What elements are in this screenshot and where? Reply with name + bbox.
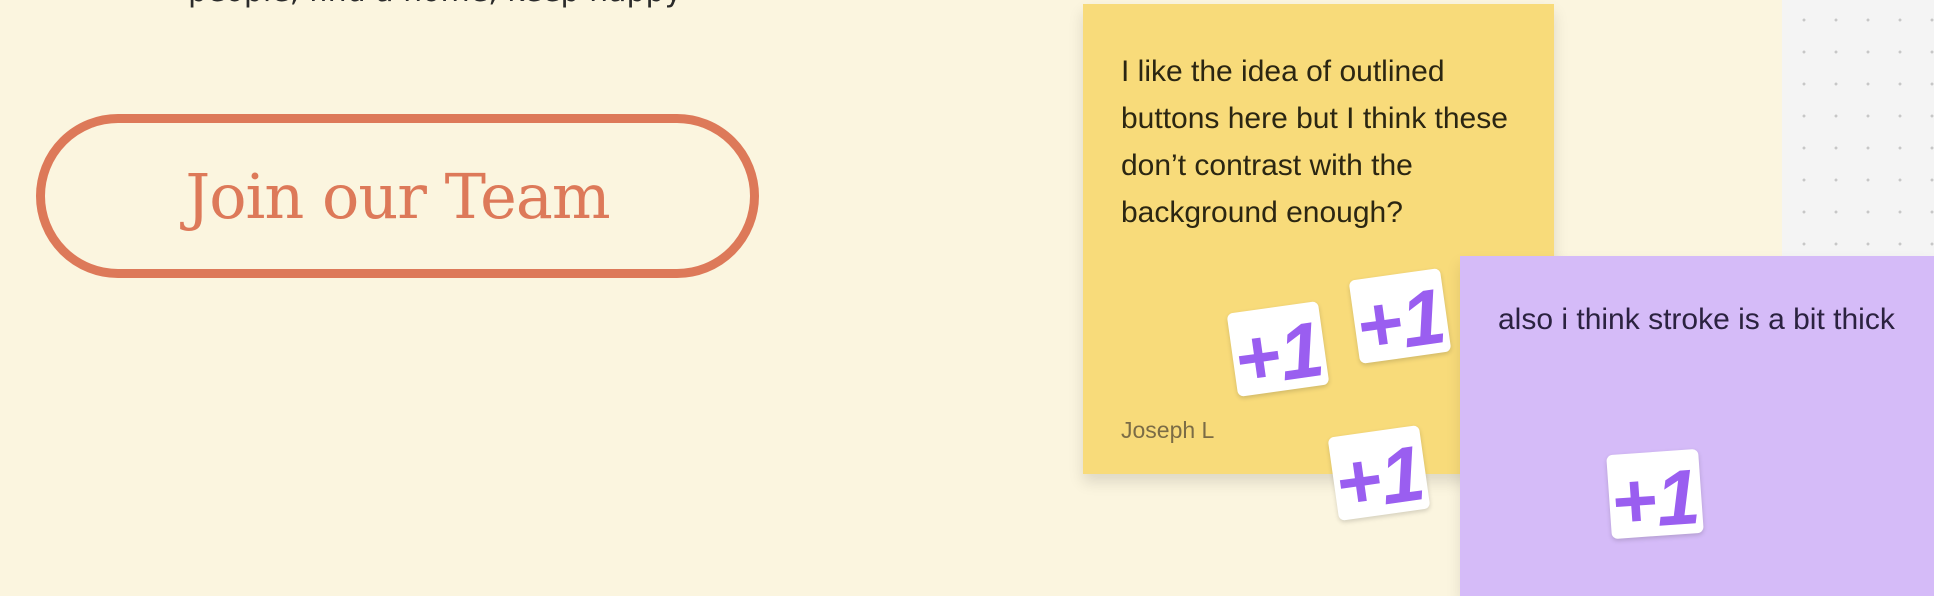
sticky-note-author: Joseph L bbox=[1121, 417, 1215, 443]
join-our-team-button[interactable]: Join our Team bbox=[36, 114, 759, 278]
svg-text:+1: +1 bbox=[1608, 452, 1703, 539]
join-our-team-label: Join our Team bbox=[185, 159, 610, 233]
sticky-note-text: I like the idea of outlined buttons here… bbox=[1121, 55, 1508, 229]
plus-one-icon: +1 bbox=[1608, 452, 1703, 539]
plus-one-sticker[interactable]: +1 bbox=[1226, 301, 1330, 397]
svg-text:+1: +1 bbox=[1351, 271, 1451, 364]
plus-one-icon: +1 bbox=[1229, 304, 1329, 397]
plus-one-sticker[interactable]: +1 bbox=[1348, 268, 1452, 364]
cut-off-heading: people, find a home, keep happy bbox=[188, 0, 682, 9]
plus-one-icon: +1 bbox=[1351, 271, 1451, 364]
plus-one-icon: +1 bbox=[1330, 428, 1430, 521]
svg-text:+1: +1 bbox=[1330, 428, 1430, 521]
sticky-note-stroke[interactable]: also i think stroke is a bit thick bbox=[1460, 256, 1934, 596]
svg-text:+1: +1 bbox=[1229, 304, 1329, 397]
plus-one-sticker[interactable]: +1 bbox=[1327, 425, 1431, 521]
sticky-note-text: also i think stroke is a bit thick bbox=[1498, 303, 1895, 336]
plus-one-sticker[interactable]: +1 bbox=[1606, 448, 1704, 540]
